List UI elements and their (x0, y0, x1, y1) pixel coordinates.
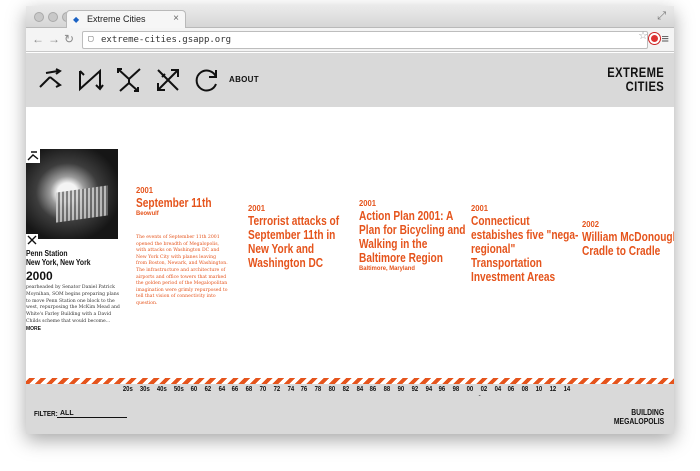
featured-title: Penn Station New York, New York (26, 249, 107, 267)
back-button[interactable]: ← (32, 32, 44, 46)
event-title: Action Plan 2001: A Plan for Bicycling a… (359, 208, 466, 265)
decade-item[interactable]: 62 (204, 386, 211, 393)
event-title: Connecticut estabishes five "nega-region… (471, 213, 579, 284)
event-title: September 11th (136, 195, 212, 210)
zigzag-arrow-icon[interactable] (75, 65, 105, 95)
tab-title: Extreme Cities (87, 14, 146, 24)
extension-icon[interactable] (649, 33, 660, 44)
timeline: Penn Station New York, New York 2000 pea… (26, 107, 674, 379)
minimize-window-button[interactable] (48, 12, 58, 22)
decade-item[interactable]: 64 (218, 386, 225, 393)
page-icon: ▢ (88, 34, 94, 44)
event-description: The events of September 11th 2001 opened… (136, 235, 228, 306)
decade-item[interactable]: 98 (453, 386, 460, 393)
decade-item[interactable]: 78 (315, 386, 322, 393)
decade-item[interactable]: 96 (439, 386, 446, 393)
decade-item[interactable]: 60 (191, 386, 198, 393)
featured-title-line-2: New York, New York (26, 258, 91, 267)
browser-tab[interactable]: ◆ Extreme Cities × (66, 10, 186, 28)
featured-body: pearheaded by Senator Daniel Patrick Moy… (26, 285, 120, 324)
section-line-1: BUILDING (631, 408, 664, 417)
site: ABOUT EXTREME CITIES Penn Station New Yo… (26, 53, 674, 434)
favicon-icon: ◆ (73, 15, 80, 24)
decade-item[interactable]: 76 (301, 386, 308, 393)
site-header: ABOUT EXTREME CITIES (26, 53, 674, 107)
site-logo[interactable]: EXTREME CITIES (607, 65, 664, 93)
close-window-button[interactable] (34, 12, 44, 22)
browser-toolbar: ← → ↻ ▢ extreme-cities.gsapp.org ☆ ≡ (26, 28, 674, 52)
logo-line-2: CITIES (625, 78, 664, 94)
decade-item[interactable]: 02 (480, 386, 487, 393)
crossed-arrows-icon[interactable] (153, 65, 183, 95)
decade-bar: 20s 30s 40s 50s 60 62 64 66 68 70 72 74 76 78 80 82 84 86… (26, 384, 674, 396)
about-link[interactable]: ABOUT (229, 75, 259, 84)
split-arrows-icon[interactable] (36, 65, 66, 95)
decade-item[interactable]: 06 (508, 386, 515, 393)
section-name[interactable]: BUILDING MEGALOPOLIS (614, 408, 664, 426)
decade-item[interactable]: 86 (370, 386, 377, 393)
browser-titlebar: ◆ Extreme Cities × ⤢ (26, 6, 674, 28)
event-year: 2001 (471, 203, 489, 213)
event-title: William McDonough, Cradle to Cradle (582, 229, 674, 258)
featured-year: 2000 (26, 269, 53, 283)
event-year: 2002 (582, 219, 600, 229)
site-footer: FILTER: ALL BUILDING MEGALOPOLIS (26, 396, 674, 434)
event-year: 2001 (359, 198, 377, 208)
timeline-event[interactable]: 2001 Terrorist attacks of September 11th… (248, 203, 356, 270)
decade-item[interactable]: 14 (563, 386, 570, 393)
decade-item[interactable]: 66 (232, 386, 239, 393)
branching-arrows-icon[interactable] (114, 65, 144, 95)
fullscreen-icon[interactable]: ⤢ (657, 10, 666, 23)
decade-item[interactable]: 40s (157, 386, 167, 393)
decade-item[interactable]: 84 (356, 386, 363, 393)
crossed-arrows-icon (26, 234, 38, 246)
decade-item[interactable]: 92 (411, 386, 418, 393)
filter-select[interactable]: ALL (57, 410, 127, 418)
address-bar[interactable]: ▢ extreme-cities.gsapp.org (82, 31, 648, 49)
timeline-event[interactable]: 2001 September 11th Beowulf The events o… (136, 185, 244, 308)
reload-button[interactable]: ↻ (64, 32, 74, 46)
timeline-event[interactable]: 2001 Action Plan 2001: A Plan for Bicycl… (359, 198, 467, 272)
decade-item[interactable]: 90 (398, 386, 405, 393)
decade-item[interactable]: 80 (329, 386, 336, 393)
browser-window: ◆ Extreme Cities × ⤢ ← → ↻ ▢ extreme-cit… (26, 6, 674, 434)
event-subtitle: Baltimore, Maryland (359, 265, 415, 272)
decade-item[interactable]: 00 (467, 386, 474, 393)
decade-item[interactable]: 70 (260, 386, 267, 393)
decade-item[interactable]: 94 (425, 386, 432, 393)
menu-icon[interactable]: ≡ (661, 31, 669, 46)
decade-item[interactable]: 50s (174, 386, 184, 393)
decade-item[interactable]: 30s (140, 386, 150, 393)
event-year: 2001 (248, 203, 266, 213)
decade-item[interactable]: 88 (384, 386, 391, 393)
url-text: extreme-cities.gsapp.org (101, 35, 232, 45)
filter-label: FILTER: (34, 411, 58, 418)
split-arrows-icon (26, 149, 40, 163)
decade-item[interactable]: 12 (549, 386, 556, 393)
event-title: Terrorist attacks of September 11th in N… (248, 213, 340, 270)
photo-building (56, 185, 108, 223)
decade-item[interactable]: 20s (123, 386, 133, 393)
refresh-icon[interactable] (192, 65, 222, 95)
event-year: 2001 (136, 185, 154, 195)
timeline-event[interactable]: 2001 Connecticut estabishes five "nega-r… (471, 203, 579, 284)
timeline-event[interactable]: 2002 William McDonough, Cradle to Cradle (582, 219, 674, 258)
forward-button[interactable]: → (48, 32, 60, 46)
bookmark-star-icon[interactable]: ☆ (638, 29, 648, 42)
tab-close-icon[interactable]: × (173, 13, 179, 24)
event-subtitle: Beowulf (136, 210, 159, 217)
decade-item[interactable]: 04 (494, 386, 501, 393)
decade-item[interactable]: 82 (342, 386, 349, 393)
decade-item[interactable]: 10 (536, 386, 543, 393)
decade-item[interactable]: 72 (273, 386, 280, 393)
logo-line-1: EXTREME (607, 64, 664, 80)
decade-item[interactable]: 08 (522, 386, 529, 393)
decade-item[interactable]: 74 (287, 386, 294, 393)
decade-item[interactable]: 68 (246, 386, 253, 393)
featured-title-line-1: Penn Station (26, 249, 68, 258)
section-line-2: MEGALOPOLIS (613, 417, 664, 426)
more-link[interactable]: MORE (26, 326, 41, 332)
